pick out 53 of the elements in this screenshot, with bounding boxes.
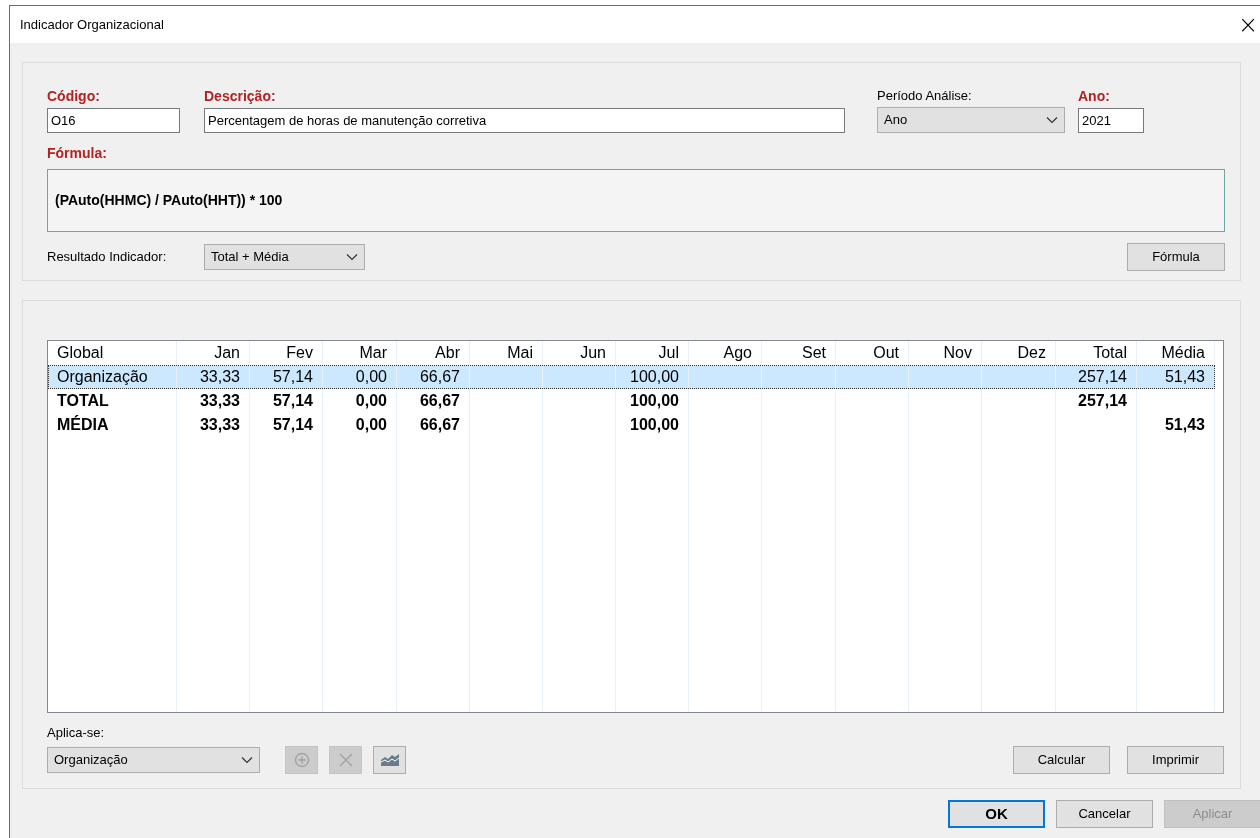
close-icon xyxy=(338,752,353,767)
code-label: Código: xyxy=(47,89,101,103)
table-cell-text: 51,43 xyxy=(1164,415,1205,435)
action-button[interactable]: Calcular xyxy=(1013,745,1110,774)
chevron-icon xyxy=(241,755,253,764)
table-cell-text: 257,14 xyxy=(1078,367,1127,387)
period-label: Período Análise: xyxy=(877,89,973,102)
table-cell-text: 100,00 xyxy=(630,367,679,387)
table-cell-text: 100,00 xyxy=(630,415,679,435)
chart-tool-button[interactable] xyxy=(373,745,406,774)
table-cell-text: 257,14 xyxy=(1078,391,1127,411)
chevron-icon xyxy=(1046,116,1058,124)
table-cell-text: 0,00 xyxy=(355,367,387,387)
window-title: Indicador Organizacional xyxy=(20,15,164,34)
table-cell-text: 0,00 xyxy=(355,415,387,435)
table-cell-text: 33,33 xyxy=(199,367,240,387)
year-field[interactable]: 2021 xyxy=(1078,108,1144,133)
table-cell-text: MÉDIA xyxy=(57,414,109,435)
description-label: Descrição: xyxy=(204,89,277,103)
table-cell-text: 57,14 xyxy=(272,415,313,435)
table-cell-text: TOTAL xyxy=(57,391,109,411)
area-chart-icon xyxy=(379,752,400,767)
applies-label: Aplica-se: xyxy=(47,724,106,742)
table-row[interactable]: TOTAL 33,33 57,14 0,00 66,67 100,00 257,14 xyxy=(48,389,1215,413)
description-field[interactable]: Percentagem de horas de manutenção corretiva xyxy=(204,108,845,133)
dialog-button[interactable]: OK xyxy=(948,800,1045,828)
period-dropdown[interactable]: Ano xyxy=(877,107,1065,133)
table-cell-text: Organização xyxy=(57,367,148,387)
table-cell-text: 66,67 xyxy=(419,415,460,435)
result-label: Resultado Indicador: xyxy=(47,248,168,267)
table-cell-text: 33,33 xyxy=(199,415,240,435)
table-row[interactable]: MÉDIA 33,33 57,14 0,00 66,67 100,00 51,43 xyxy=(48,413,1215,437)
result-dropdown[interactable]: Total + Média xyxy=(204,244,365,270)
table-cell-text: 100,00 xyxy=(630,391,679,411)
plus-circle-icon xyxy=(293,751,310,768)
table-cell-text: 33,33 xyxy=(199,391,240,411)
table-cell-text: 0,00 xyxy=(355,391,387,411)
formula-button[interactable]: Fórmula xyxy=(1127,243,1225,271)
dialog-button[interactable]: Cancelar xyxy=(1056,800,1153,828)
action-button[interactable]: Imprimir xyxy=(1127,745,1224,774)
table-cell-text: 57,14 xyxy=(272,367,313,387)
applies-dropdown[interactable]: Organização xyxy=(47,746,260,773)
close-button[interactable]: × xyxy=(1237,12,1258,37)
table-cell-text: 51,43 xyxy=(1164,367,1205,387)
code-field[interactable]: O16 xyxy=(47,108,180,133)
formula-box: (PAuto(HHMC) / PAuto(HHT)) * 100 xyxy=(47,169,1225,232)
table-cell-text: 66,67 xyxy=(419,367,460,387)
formula-label: Fórmula: xyxy=(47,145,107,161)
table-cell-text: 66,67 xyxy=(419,391,460,411)
table-cell-text: 57,14 xyxy=(272,391,313,411)
chevron-icon xyxy=(346,253,358,261)
table-row[interactable]: Organização 33,33 57,14 0,00 66,67 100,00 257,14 51,43 xyxy=(48,365,1215,389)
year-label: Ano: xyxy=(1078,89,1111,103)
